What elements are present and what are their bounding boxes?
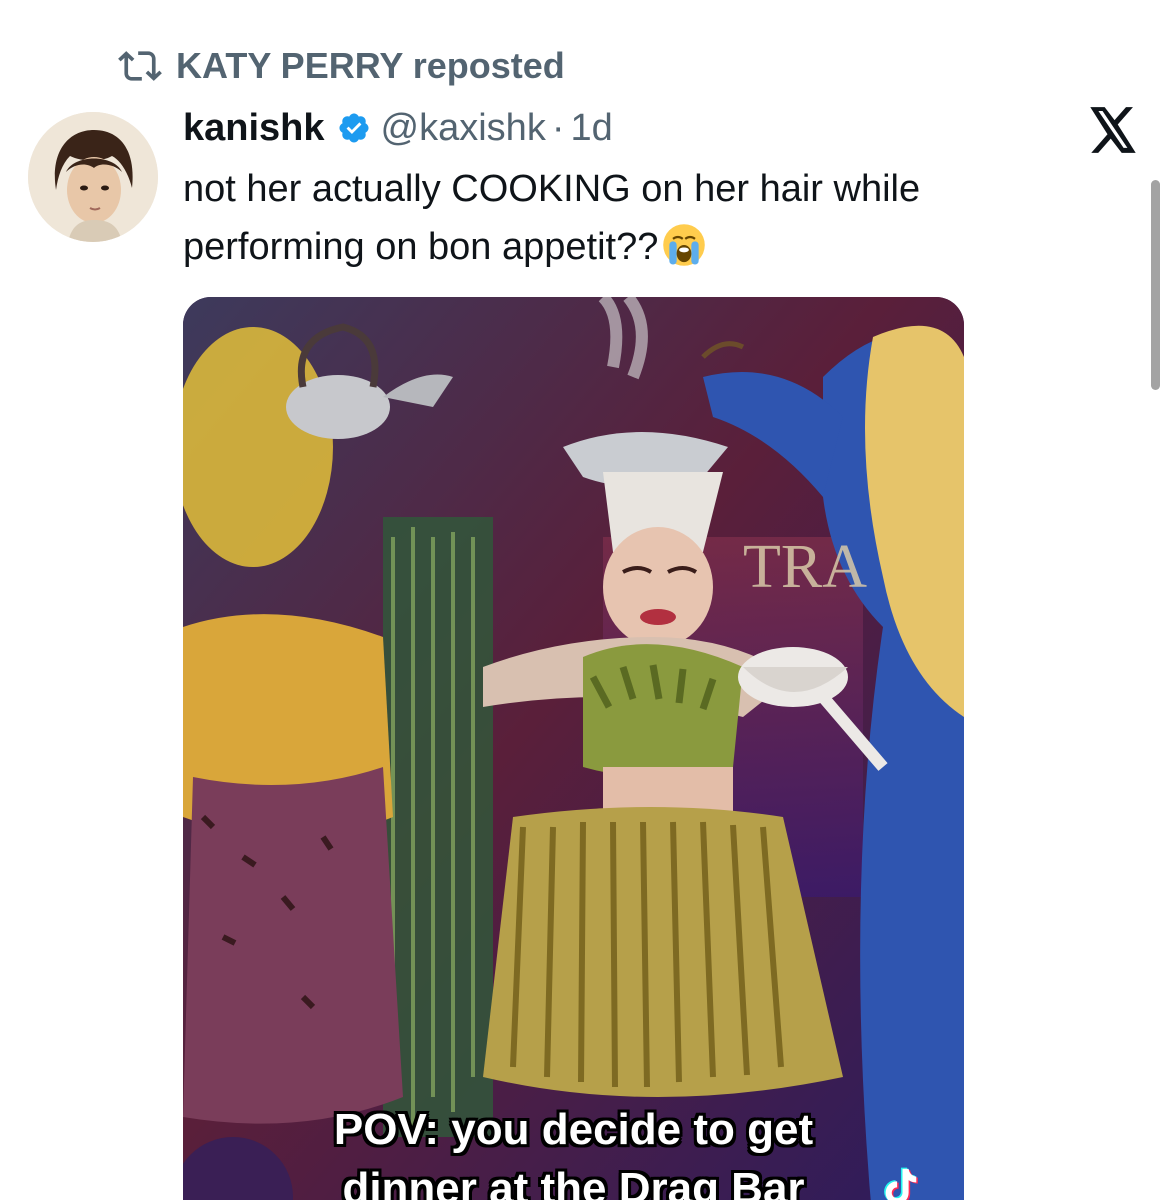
author-name[interactable]: kanishk	[183, 100, 325, 156]
tweet-video[interactable]: TRA POV: you decide to get dinner at the…	[183, 297, 964, 1200]
tweet-header: kanishk @kaxishk · 1d	[183, 100, 613, 156]
author-handle[interactable]: @kaxishk	[381, 100, 546, 156]
video-caption-line-2: dinner at the Drag Bar	[342, 1164, 805, 1200]
tweet-card: KATY PERRY reposted kanishk @kaxishk · 1…	[0, 0, 1169, 1200]
repost-icon	[118, 51, 162, 81]
stage-sign-text: TRA	[743, 533, 867, 601]
timestamp[interactable]: 1d	[570, 100, 612, 156]
repost-label: KATY PERRY reposted	[176, 45, 565, 86]
tweet-body: not her actually COOKING on her hair whi…	[183, 168, 921, 268]
repost-indicator[interactable]: KATY PERRY reposted	[118, 44, 565, 88]
verified-badge-icon	[339, 113, 369, 143]
loudly-crying-face-icon	[662, 223, 706, 267]
separator-dot: ·	[551, 107, 565, 149]
avatar-image	[28, 112, 158, 242]
tiktok-icon	[877, 1165, 923, 1200]
video-frame: TRA	[183, 297, 964, 1200]
x-logo-icon[interactable]	[1088, 107, 1138, 153]
video-caption-line-1: POV: you decide to get	[333, 1105, 814, 1154]
tweet-text: not her actually COOKING on her hair whi…	[183, 160, 1083, 276]
scrollbar-thumb[interactable]	[1151, 180, 1160, 390]
avatar[interactable]	[28, 112, 158, 242]
